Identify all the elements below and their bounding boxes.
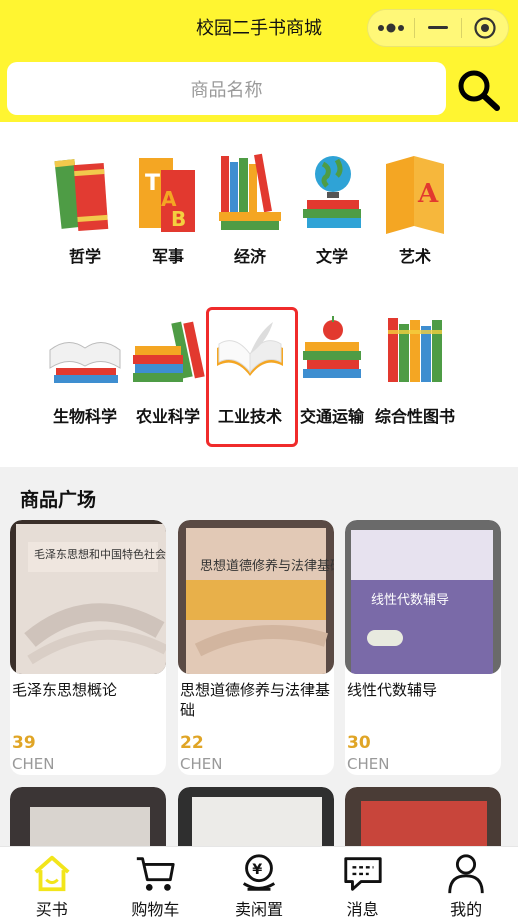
- header-bar: 校园二手书商城 商品名称: [0, 0, 518, 122]
- category-transportation[interactable]: 交通运输: [291, 310, 373, 428]
- category-label: 军事: [151, 247, 184, 266]
- tab-buy-books[interactable]: 买书: [0, 847, 104, 920]
- globe-books-icon: [303, 156, 361, 228]
- product-price: 39: [12, 733, 36, 753]
- category-comprehensive[interactable]: 综合性图书: [374, 310, 456, 428]
- svg-text:毛泽东思想和中国特色社会主义理论体系概论: 毛泽东思想和中国特色社会主义理论体系概论: [34, 547, 166, 561]
- books-icon: [54, 159, 109, 231]
- product-name: 线性代数辅导: [347, 681, 438, 699]
- category-agriculture[interactable]: 农业科学: [127, 310, 209, 428]
- book-stack-icon: [219, 153, 281, 230]
- tab-label: 消息: [346, 900, 379, 919]
- product-card[interactable]: 思想道德修养与法律基础 思想道德修养与法律基础 22 CHEN: [178, 520, 334, 775]
- svg-text:¥: ¥: [252, 862, 262, 878]
- category-label: 农业科学: [135, 407, 200, 426]
- close-target-icon[interactable]: [462, 10, 508, 46]
- category-label: 生物科学: [52, 407, 117, 426]
- tab-label: 买书: [35, 900, 68, 919]
- category-biology[interactable]: 生物科学: [44, 310, 126, 428]
- product-name: 思想道德修养与法律基础: [180, 681, 331, 719]
- category-label: 交通运输: [299, 407, 364, 426]
- category-label: 哲学: [68, 247, 101, 266]
- search-input[interactable]: 商品名称: [7, 62, 446, 115]
- category-label: 综合性图书: [374, 407, 455, 426]
- abc-books-icon: T A B: [139, 158, 195, 232]
- product-image: 毛泽东思想和中国特色社会主义理论体系概论: [10, 520, 166, 674]
- category-label: 经济: [233, 247, 266, 266]
- section-title: 商品广场: [20, 489, 97, 511]
- shelf-books-icon: [133, 321, 205, 382]
- category-military[interactable]: T A B 军事: [127, 150, 209, 268]
- letter-a-book-icon: A: [386, 156, 444, 234]
- open-book-icon: [49, 342, 121, 383]
- cart-icon: [137, 857, 175, 891]
- category-economics[interactable]: 经济: [209, 150, 291, 268]
- search-placeholder: 商品名称: [190, 79, 263, 101]
- category-label: 艺术: [398, 247, 431, 266]
- tab-sell-items[interactable]: ¥ 卖闲置: [207, 847, 311, 920]
- category-label: 文学: [315, 247, 348, 266]
- category-selection-highlight: [206, 307, 298, 447]
- product-card[interactable]: 毛泽东思想和中国特色社会主义理论体系概论 毛泽东思想概论 39 CHEN: [10, 520, 166, 775]
- category-grid: 哲学 T A B 军事 经济 文学 A 艺术 生物科学 农业科学 工业技术 交通…: [0, 122, 518, 467]
- tab-label: 购物车: [131, 900, 180, 919]
- search-icon: [458, 70, 500, 111]
- category-literature[interactable]: 文学: [291, 150, 373, 268]
- product-name: 毛泽东思想概论: [12, 681, 118, 699]
- mini-program-capsule: [367, 9, 509, 47]
- svg-text:线性代数辅导: 线性代数辅导: [371, 593, 449, 608]
- yen-icon: ¥: [242, 854, 276, 891]
- product-seller: CHEN: [347, 755, 390, 773]
- svg-text:T: T: [145, 171, 160, 196]
- tab-label: 我的: [450, 900, 483, 919]
- product-image: 线性代数辅导: [345, 520, 501, 674]
- product-price: 30: [347, 733, 371, 753]
- product-seller: CHEN: [12, 755, 55, 773]
- category-philosophy[interactable]: 哲学: [44, 150, 126, 268]
- home-icon: [34, 855, 70, 892]
- svg-text:A: A: [417, 179, 439, 209]
- apple-books-icon: [303, 316, 361, 378]
- bottom-tab-bar: 买书 购物车 ¥ 卖闲置 消息 我的: [0, 846, 518, 920]
- tab-label: 卖闲置: [234, 900, 283, 919]
- svg-text:思想道德修养与法律基础: 思想道德修养与法律基础: [200, 558, 334, 574]
- more-options-icon[interactable]: [368, 10, 414, 46]
- search-button[interactable]: [456, 68, 502, 112]
- product-price: 22: [180, 733, 204, 753]
- message-icon: [343, 857, 382, 891]
- tab-messages[interactable]: 消息: [311, 847, 415, 920]
- product-seller: CHEN: [180, 755, 223, 773]
- product-image: 思想道德修养与法律基础: [178, 520, 334, 674]
- tab-profile[interactable]: 我的: [414, 847, 518, 920]
- minimize-icon[interactable]: [415, 10, 461, 46]
- svg-text:B: B: [171, 207, 186, 231]
- tab-cart[interactable]: 购物车: [104, 847, 208, 920]
- category-art[interactable]: A 艺术: [374, 150, 456, 268]
- product-card[interactable]: 线性代数辅导 线性代数辅导 30 CHEN: [345, 520, 501, 775]
- user-icon: [448, 854, 484, 894]
- book-row-icon: [388, 318, 442, 382]
